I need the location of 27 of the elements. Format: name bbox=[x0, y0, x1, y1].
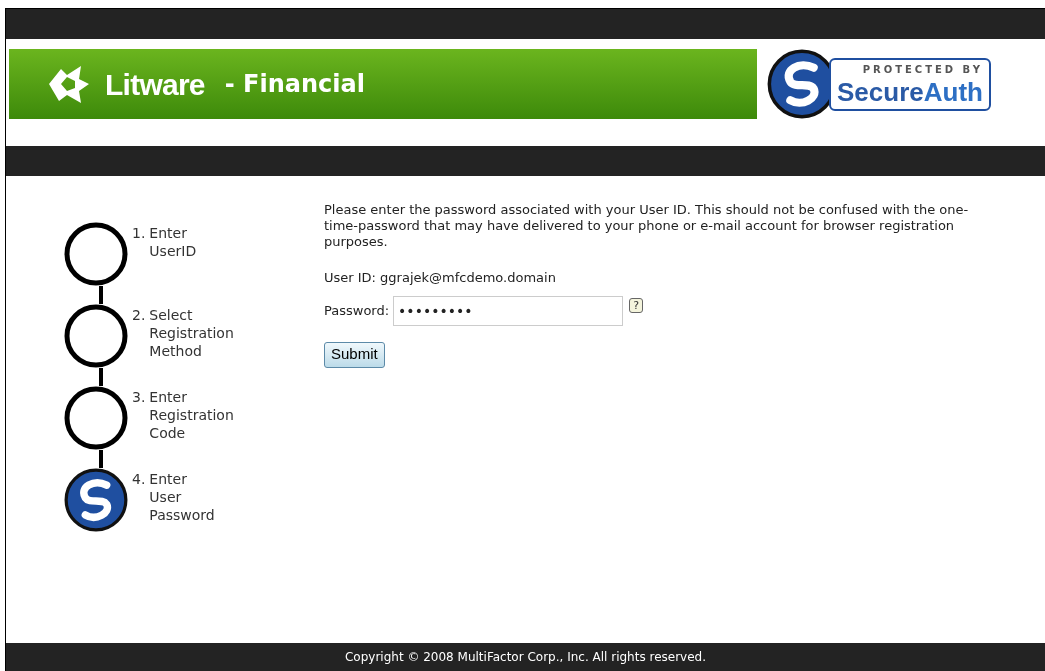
brand-subtitle: - Financial bbox=[224, 69, 365, 100]
step-label: Enter bbox=[149, 224, 188, 242]
submit-button[interactable]: Submit bbox=[324, 341, 385, 368]
help-icon[interactable]: ? bbox=[629, 298, 644, 313]
password-field[interactable]: ••••••••• bbox=[393, 295, 624, 326]
password-label: Password: bbox=[324, 301, 390, 320]
step-label: User bbox=[149, 488, 183, 506]
step-label: UserID bbox=[149, 242, 197, 260]
step-label: Password bbox=[149, 506, 215, 524]
step-number: 3. bbox=[132, 388, 146, 407]
step-label: Enter bbox=[149, 388, 188, 406]
step-number: 1. bbox=[132, 224, 146, 243]
step-label: Enter bbox=[149, 470, 188, 488]
step-number: 4. bbox=[132, 470, 146, 489]
copyright-text: Copyright © 2008 MultiFactor Corp., Inc. All rights reserved. bbox=[344, 649, 707, 666]
step-label: Registration bbox=[149, 324, 234, 342]
step-label: Code bbox=[149, 424, 187, 442]
user-id-text: User ID: ggrajek@mfcdemo.domain bbox=[324, 269, 557, 287]
step-number: 2. bbox=[132, 306, 146, 325]
step-label: Registration bbox=[149, 406, 234, 424]
badge-caption: PROTECTED BY bbox=[862, 62, 983, 77]
step-label: Method bbox=[149, 342, 203, 360]
current-step-icon bbox=[64, 468, 128, 532]
badge-brand: SecureAuth bbox=[837, 76, 983, 107]
step-label: Select bbox=[149, 306, 194, 324]
brand-name: Litware bbox=[105, 66, 205, 103]
instructions-text: Please enter the password associated with your User ID. This should not be confused with the one-time-password that may have delivered to your phone or e-mail account for browser registration purposes. bbox=[324, 202, 970, 250]
